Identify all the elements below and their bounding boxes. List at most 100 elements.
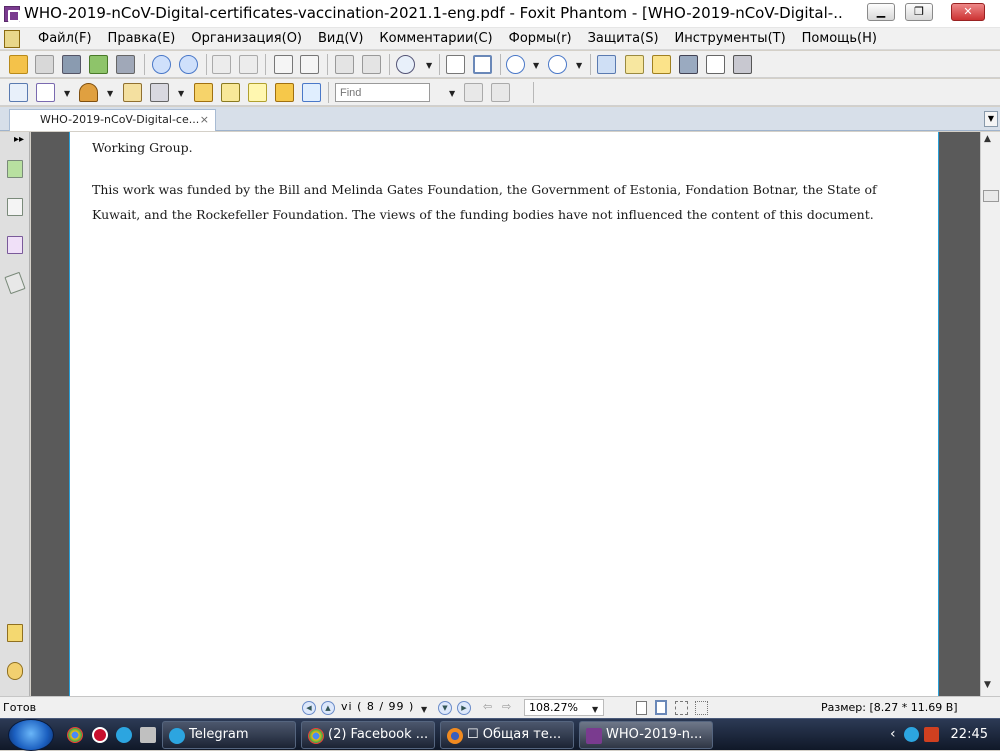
pdf-page[interactable]: Working Group. This work was funded by t…: [69, 132, 939, 696]
back-arrow-icon[interactable]: [212, 55, 231, 74]
edit-dropdown-icon[interactable]: ▼: [64, 89, 70, 98]
scrollbar-thumb[interactable]: [983, 190, 999, 202]
redo-icon[interactable]: [362, 55, 381, 74]
pinned-app-icon[interactable]: [140, 727, 156, 743]
menu-protect[interactable]: Защита(S): [580, 31, 667, 47]
save-icon[interactable]: [35, 55, 54, 74]
zoom-dropdown-icon[interactable]: ▼: [592, 705, 598, 714]
menu-forms[interactable]: Формы(r): [501, 31, 580, 47]
vertical-scrollbar[interactable]: ▲ ▼: [980, 132, 1000, 696]
lock-security-icon[interactable]: [150, 83, 169, 102]
bookmarks-icon[interactable]: [7, 160, 23, 178]
email-icon[interactable]: [89, 55, 108, 74]
zoom-out-dropdown-icon[interactable]: ▼: [533, 61, 539, 70]
previous-page-icon[interactable]: [152, 55, 171, 74]
telegram-quicklaunch-icon[interactable]: [116, 727, 132, 743]
menu-tools[interactable]: Инструменты(T): [667, 31, 794, 47]
comment-list-icon[interactable]: [7, 624, 23, 642]
find-dropdown-icon[interactable]: ▼: [449, 89, 455, 98]
attachments-paperclip-icon[interactable]: [7, 662, 23, 680]
print-icon[interactable]: [62, 55, 81, 74]
fit-page-icon[interactable]: [473, 55, 492, 74]
zoom-in-dropdown-icon[interactable]: ▼: [576, 61, 582, 70]
expand-panel-icon[interactable]: ▸▸: [14, 134, 24, 145]
stamp-icon[interactable]: [79, 83, 98, 102]
taskbar-clock[interactable]: 22:45: [951, 727, 988, 742]
actual-size-icon[interactable]: [446, 55, 465, 74]
security-dropdown-icon[interactable]: ▼: [178, 89, 184, 98]
forward-view-icon[interactable]: ⇨: [502, 700, 511, 713]
sign-document-icon[interactable]: [123, 83, 142, 102]
arrow-tool-icon[interactable]: [302, 83, 321, 102]
scroll-down-icon[interactable]: ▼: [984, 680, 991, 690]
tab-close-icon[interactable]: ×: [200, 110, 209, 130]
taskbar-item-foxit[interactable]: WHO-2019-n...: [579, 721, 713, 749]
menu-file[interactable]: Файл(F): [30, 31, 100, 47]
pages-thumbnails-icon[interactable]: [7, 198, 23, 216]
facing-view-icon[interactable]: [675, 701, 688, 715]
single-page-view-icon[interactable]: [636, 701, 647, 715]
tabs-list-dropdown-icon[interactable]: ▼: [984, 111, 998, 127]
first-page-icon[interactable]: ◀: [302, 701, 316, 715]
scanner-icon[interactable]: [116, 55, 135, 74]
zoom-in-icon[interactable]: [548, 55, 567, 74]
note-pencil-icon[interactable]: [194, 83, 213, 102]
insert-pages-icon[interactable]: [300, 55, 319, 74]
document-view[interactable]: Working Group. This work was funded by t…: [31, 132, 980, 696]
comment-box-icon[interactable]: [9, 83, 28, 102]
chrome-quicklaunch-icon[interactable]: [67, 727, 83, 743]
find-previous-icon[interactable]: [464, 83, 483, 102]
tab-document[interactable]: WHO-2019-nCoV-Digital-ce... ×: [9, 109, 216, 131]
scroll-up-icon[interactable]: ▲: [984, 134, 991, 144]
forward-arrow-icon[interactable]: [239, 55, 258, 74]
find-binoculars-icon[interactable]: [679, 55, 698, 74]
extract-pages-icon[interactable]: [274, 55, 293, 74]
continuous-facing-view-icon[interactable]: [695, 701, 708, 715]
taskbar-item-telegram[interactable]: Telegram: [162, 721, 296, 749]
open-folder-icon[interactable]: [9, 55, 28, 74]
edit-document-icon[interactable]: [36, 83, 55, 102]
menu-comments[interactable]: Комментарии(C): [371, 31, 500, 47]
opera-quicklaunch-icon[interactable]: [92, 727, 108, 743]
page-indicator[interactable]: vi ( 8 / 99 ): [341, 700, 414, 713]
maximize-button[interactable]: ❐: [905, 3, 933, 21]
last-page-icon[interactable]: ▶: [457, 701, 471, 715]
text-box-icon[interactable]: [248, 83, 267, 102]
stamp-dropdown-icon[interactable]: ▼: [107, 89, 113, 98]
foxit-app-icon[interactable]: [4, 6, 20, 22]
typewriter-icon[interactable]: [706, 55, 725, 74]
minimize-button[interactable]: ▁: [867, 3, 895, 21]
find-next-icon[interactable]: [491, 83, 510, 102]
start-button[interactable]: [8, 719, 54, 751]
hand-tool-icon[interactable]: [597, 55, 616, 74]
page-dropdown-icon[interactable]: ▼: [421, 705, 427, 714]
document-menu-icon[interactable]: [4, 30, 20, 48]
tray-network-icon[interactable]: [924, 727, 939, 742]
menu-organize[interactable]: Организация(O): [183, 31, 310, 47]
next-page-button-icon[interactable]: ▼: [438, 701, 452, 715]
undo-icon[interactable]: [335, 55, 354, 74]
comments-panel-icon[interactable]: [7, 236, 23, 254]
tray-telegram-icon[interactable]: [904, 727, 919, 742]
close-button[interactable]: ✕: [951, 3, 985, 21]
select-text-icon[interactable]: [625, 55, 644, 74]
find-input[interactable]: [335, 83, 430, 102]
taskbar-item-facebook[interactable]: (2) Facebook ...: [301, 721, 435, 749]
menu-view[interactable]: Вид(V): [310, 31, 371, 47]
tray-chevron-icon[interactable]: ‹: [890, 726, 896, 742]
taskbar-item-firefox[interactable]: ☐ Общая те...: [440, 721, 574, 749]
zoom-out-icon[interactable]: [506, 55, 525, 74]
layers-icon[interactable]: [4, 271, 26, 295]
snapshot-camera-icon[interactable]: [733, 55, 752, 74]
zoom-tool-icon[interactable]: [396, 55, 415, 74]
form-fill-icon[interactable]: [221, 83, 240, 102]
menu-help[interactable]: Помощь(H): [794, 31, 885, 47]
back-view-icon[interactable]: ⇦: [483, 700, 492, 713]
continuous-view-icon[interactable]: [655, 700, 667, 715]
menu-edit[interactable]: Правка(E): [100, 31, 184, 47]
previous-page-button-icon[interactable]: ▲: [321, 701, 335, 715]
next-page-icon[interactable]: [179, 55, 198, 74]
zoom-tool-dropdown-icon[interactable]: ▼: [426, 61, 432, 70]
callout-comment-icon[interactable]: [275, 83, 294, 102]
select-arrow-icon[interactable]: [652, 55, 671, 74]
